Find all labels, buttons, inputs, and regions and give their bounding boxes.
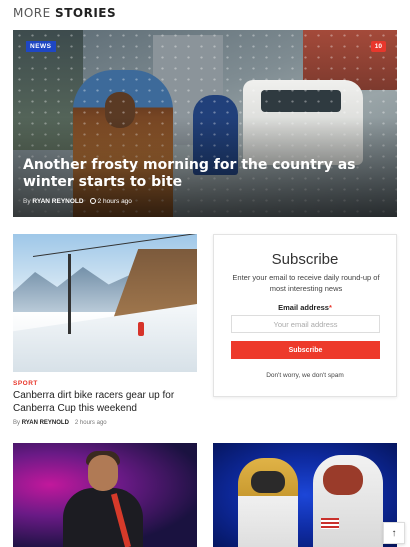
story-category[interactable]: SPORT [13, 380, 38, 387]
story-image-ski[interactable] [13, 234, 197, 372]
section-heading: MORE STORIES [13, 6, 116, 20]
hero-by: By [23, 198, 31, 205]
clock-icon [89, 198, 96, 204]
story-meta: By RYAN REYNOLD 2 hours ago [13, 420, 107, 426]
count-badge: 10 [370, 41, 386, 52]
email-field[interactable] [231, 315, 380, 333]
story-by: By [13, 420, 21, 426]
subscribe-description: Enter your email to receive daily round-… [232, 273, 380, 293]
category-badge[interactable]: NEWS [26, 41, 56, 52]
guitar-image-head [88, 455, 118, 491]
email-label: Email address* [214, 303, 396, 312]
subscribe-widget: Subscribe Enter your email to receive da… [213, 234, 397, 397]
astro-image-helmet [323, 465, 363, 495]
ski-image-slope [13, 304, 197, 372]
required-mark: * [328, 303, 332, 312]
email-label-text: Email address [278, 303, 329, 312]
story-author[interactable]: RYAN REYNOLD [22, 420, 69, 426]
subscribe-title: Subscribe [271, 251, 339, 268]
ski-image-tower [68, 254, 71, 334]
story-image-guitarist[interactable] [13, 443, 197, 547]
guitar-image-body [63, 488, 143, 547]
subscribe-note: Don't worry, we don't spam [266, 372, 344, 379]
hero-time: 2 hours ago [97, 198, 132, 205]
ski-image-skier [138, 322, 144, 336]
section-heading-bold: STORIES [55, 6, 117, 20]
hero-title[interactable]: Another frosty morning for the country a… [23, 157, 373, 191]
story-image-astronauts[interactable] [213, 443, 397, 547]
hero-story-card[interactable]: NEWS 10 Another frosty morning for the c… [13, 30, 397, 217]
arrow-up-icon: ↑ [391, 527, 397, 539]
hero-meta: By RYAN REYNOLD 2 hours ago [23, 198, 132, 205]
subscribe-button[interactable]: Subscribe [231, 341, 380, 359]
astro-image-visor [251, 471, 285, 493]
back-to-top-button[interactable]: ↑ [383, 522, 405, 544]
story-time: 2 hours ago [74, 420, 107, 426]
story-title[interactable]: Canberra dirt bike racers gear up for Ca… [13, 390, 197, 415]
hero-author[interactable]: RYAN REYNOLD [32, 198, 83, 205]
astro-image-flag [321, 518, 339, 529]
section-heading-light: MORE [13, 6, 51, 20]
